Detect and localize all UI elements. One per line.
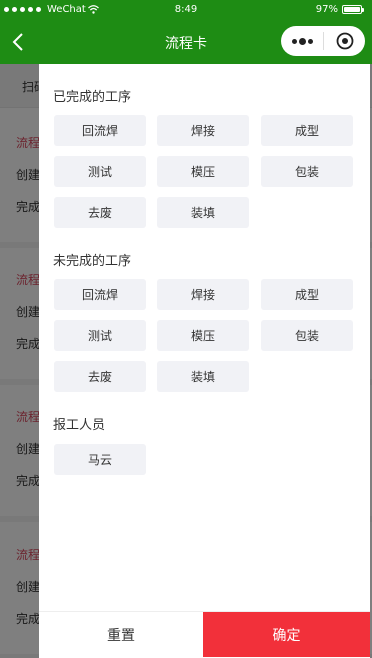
status-bar: WeChat 8:49 97% [0, 0, 372, 20]
close-button[interactable] [324, 26, 365, 56]
drawer-footer: 重置 确定 [39, 611, 370, 657]
reporter-chip[interactable]: 马云 [54, 444, 146, 475]
uncompleted-step-chip[interactable]: 测试 [54, 320, 146, 351]
uncompleted-step-chip[interactable]: 成型 [261, 279, 353, 310]
completed-steps-title: 已完成的工序 [53, 90, 132, 105]
battery-level [344, 7, 360, 12]
uncompleted-step-chip[interactable]: 回流焊 [54, 279, 146, 310]
completed-step-chip[interactable]: 模压 [157, 156, 249, 187]
battery-status: 97% [315, 4, 364, 15]
completed-step-chip[interactable]: 测试 [54, 156, 146, 187]
completed-step-chip[interactable]: 焊接 [157, 115, 249, 146]
more-dots-icon [298, 37, 306, 45]
confirm-button[interactable]: 确定 [203, 612, 370, 657]
uncompleted-step-chip[interactable]: 模压 [157, 320, 249, 351]
completed-step-chip[interactable]: 回流焊 [54, 115, 146, 146]
nav-bar: 流程卡 [0, 20, 372, 64]
reporter-title: 报工人员 [53, 418, 106, 433]
uncompleted-step-chip[interactable]: 焊接 [157, 279, 249, 310]
filter-drawer: 已完成的工序 回流焊 焊接 成型 测试 模压 包装 去废 装填 未完成的工序 回… [39, 64, 370, 658]
completed-step-chip[interactable]: 装填 [157, 197, 249, 228]
uncompleted-steps-title: 未完成的工序 [53, 254, 132, 269]
uncompleted-step-chip[interactable]: 包装 [261, 320, 353, 351]
uncompleted-step-chip[interactable]: 去废 [54, 361, 146, 392]
more-dots-icon [307, 38, 313, 44]
completed-step-chip[interactable]: 成型 [261, 115, 353, 146]
more-dots-icon [291, 38, 297, 44]
target-close-icon [336, 32, 353, 50]
completed-step-chip[interactable]: 去废 [54, 197, 146, 228]
battery-icon [342, 5, 364, 14]
completed-step-chip[interactable]: 包装 [261, 156, 353, 187]
reset-button[interactable]: 重置 [39, 612, 203, 657]
uncompleted-step-chip[interactable]: 装填 [157, 361, 249, 392]
battery-percent: 97% [315, 4, 338, 15]
more-button[interactable] [281, 26, 323, 56]
mini-program-capsule [281, 26, 365, 56]
